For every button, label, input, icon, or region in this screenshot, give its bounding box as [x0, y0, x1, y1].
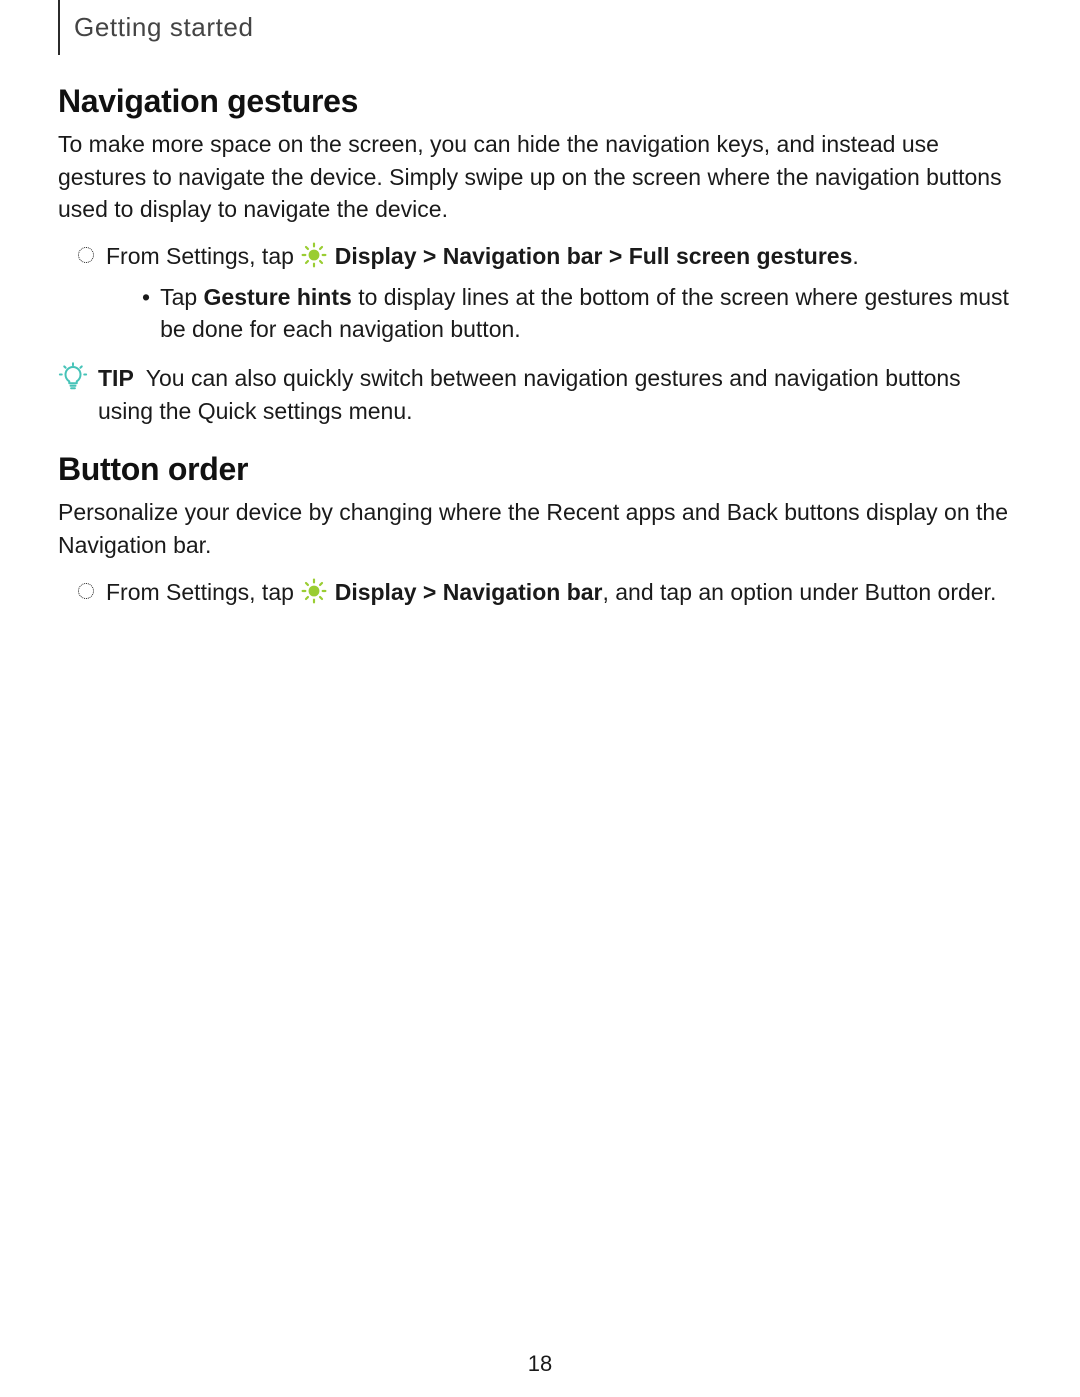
sub-prefix: Tap [160, 284, 203, 310]
sub-bold: Gesture hints [204, 284, 352, 310]
step-suffix: , and tap an option under Button order. [602, 579, 996, 605]
step-prefix: From Settings, tap [106, 579, 300, 605]
paragraph-button-order-intro: Personalize your device by changing wher… [58, 496, 1022, 561]
tip-label: TIP [98, 365, 134, 391]
heading-button-order: Button order [58, 451, 1022, 488]
tip-callout: TIP You can also quickly switch between … [58, 362, 1022, 427]
page-number: 18 [0, 1351, 1080, 1377]
step-list: From Settings, tap [58, 240, 1022, 346]
section-label: Getting started [74, 12, 254, 42]
display-brightness-icon [301, 242, 327, 268]
heading-navigation-gestures: Navigation gestures [58, 83, 1022, 120]
display-brightness-icon [301, 578, 327, 604]
tip-lightbulb-icon [58, 362, 88, 401]
dotted-circle-icon [78, 583, 94, 599]
step-path-bold: Display > Navigation bar [335, 579, 603, 605]
sub-bullet-item: • Tap Gesture hints to display lines at … [142, 281, 1022, 346]
tip-text-wrap: TIP You can also quickly switch between … [98, 362, 1022, 427]
step-path-bold: Display > Navigation bar > Full screen g… [335, 243, 853, 269]
step-item: From Settings, tap [78, 576, 1022, 609]
step-text: From Settings, tap [106, 576, 1022, 609]
paragraph-nav-gestures-intro: To make more space on the screen, you ca… [58, 128, 1022, 226]
manual-page: Getting started Navigation gestures To m… [0, 0, 1080, 1397]
step-suffix: . [852, 243, 858, 269]
bullet-icon: • [142, 281, 150, 314]
page-header: Getting started [58, 0, 1022, 55]
step-text: From Settings, tap [106, 240, 1022, 273]
sub-bullet-text: Tap Gesture hints to display lines at th… [160, 281, 1022, 346]
step-list: From Settings, tap [58, 576, 1022, 609]
dotted-circle-icon [78, 247, 94, 263]
step-item: From Settings, tap [78, 240, 1022, 273]
tip-text: You can also quickly switch between navi… [98, 365, 961, 424]
step-prefix: From Settings, tap [106, 243, 300, 269]
